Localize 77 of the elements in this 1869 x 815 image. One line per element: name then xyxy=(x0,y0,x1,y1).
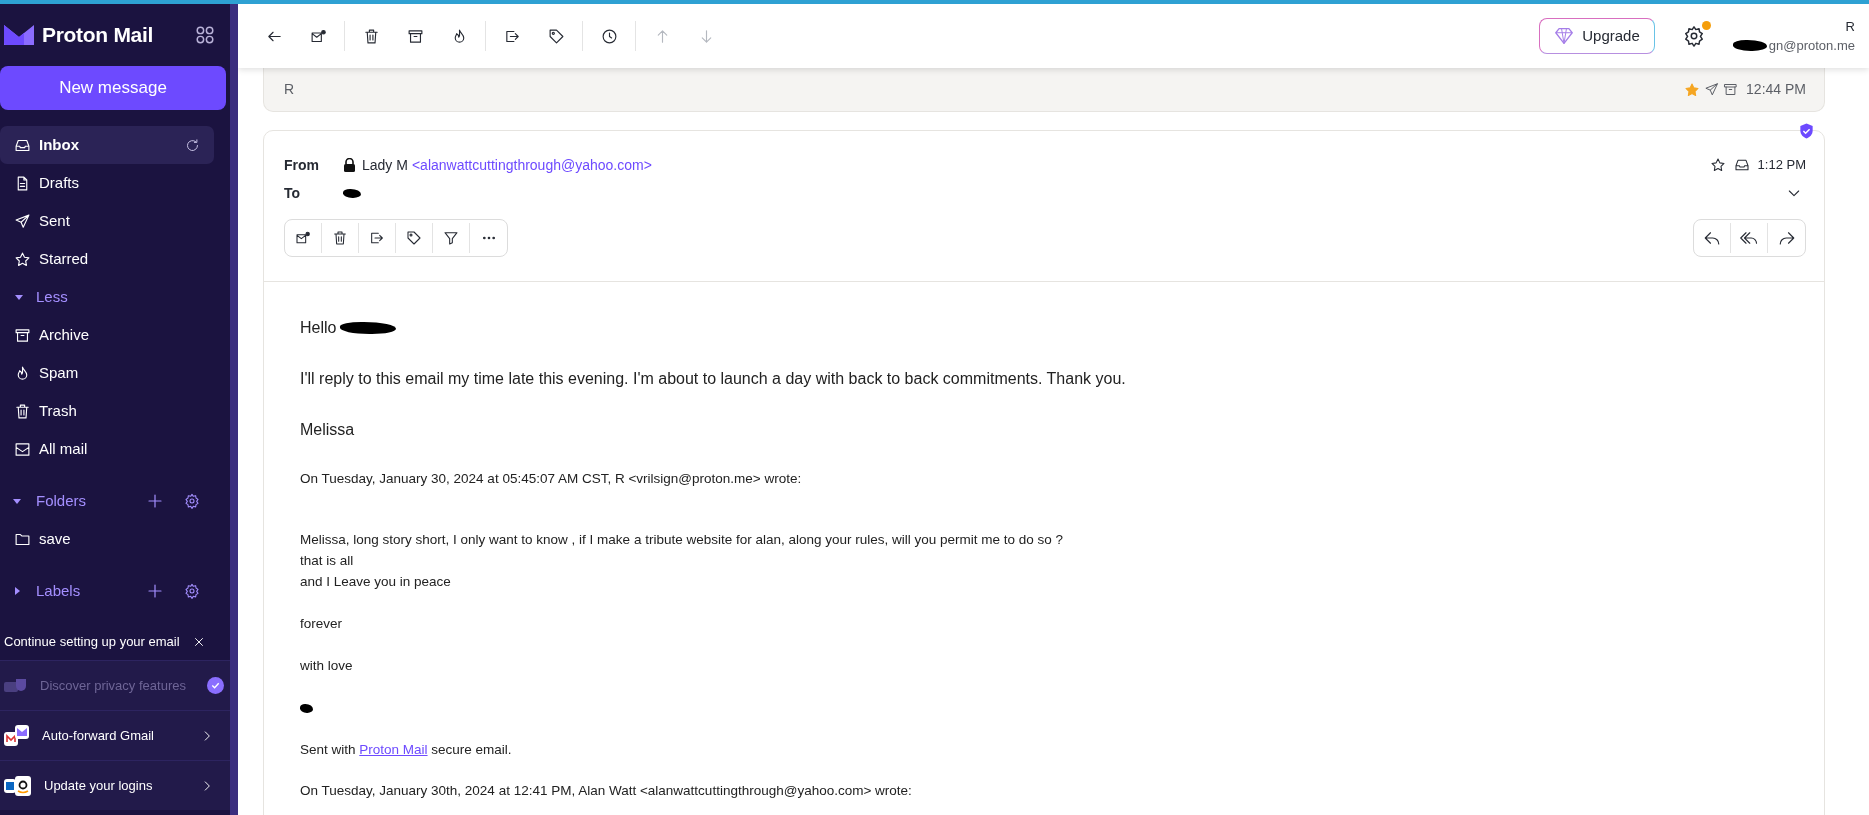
sidebar-item[interactable]: save xyxy=(0,520,214,558)
quote-header: On Tuesday, January 30th, 2024 at 12:41 PM, Alan Watt <alanwattcuttingthrough@yahoo.com> wrote: xyxy=(300,782,913,801)
paper-plane-icon xyxy=(14,212,31,230)
sidebar-item[interactable]: Trash xyxy=(0,392,214,430)
clock-icon xyxy=(600,27,618,45)
section-toggle[interactable]: Folders xyxy=(36,489,138,513)
settings-icon xyxy=(184,583,200,599)
add-icon xyxy=(146,492,164,510)
sender-name[interactable]: Lady M xyxy=(362,154,408,176)
message-time: 1:12 PM xyxy=(1757,156,1806,175)
user-email: gn@proton.me xyxy=(1768,37,1855,55)
logo-icon xyxy=(4,23,34,47)
sender-address[interactable]: <alanwattcuttingthrough@yahoo.com> xyxy=(411,154,652,176)
folder-arrow-icon xyxy=(369,230,385,246)
message-line: forever xyxy=(300,615,344,634)
sidebar-item[interactable]: Drafts xyxy=(0,164,214,202)
close-icon xyxy=(192,635,206,649)
redaction-mark xyxy=(300,704,313,714)
sidebar-item[interactable]: Spam xyxy=(0,354,214,392)
sidebar-item[interactable]: Inbox xyxy=(0,126,214,164)
from-label: From xyxy=(284,155,320,175)
star-icon[interactable] xyxy=(1709,157,1726,173)
shield-cards-icon xyxy=(4,677,28,694)
quote-header: On Tuesday, January 30, 2024 at 05:45:07 AM CST, R <vrilsign@proton.me> wrote: xyxy=(300,470,803,488)
message-paragraph: I'll reply to this email my time late this evening. I'm about to launch a day with back to back commitments. Thank you. xyxy=(300,369,1127,389)
to-label: To xyxy=(284,183,302,203)
user-name[interactable]: R xyxy=(1845,16,1855,36)
more-less-toggle[interactable]: Less xyxy=(0,278,214,316)
signature-text: Sent with Proton Mail secure email. xyxy=(300,741,513,760)
archive-icon xyxy=(406,27,424,45)
caret-icon xyxy=(14,292,24,302)
sidebar-item[interactable]: Starred xyxy=(0,240,214,278)
app-logos-icon xyxy=(4,774,32,797)
archive-icon xyxy=(14,326,31,344)
forward-icon xyxy=(1777,229,1796,247)
inbox-icon xyxy=(1733,157,1750,173)
reply-all-icon xyxy=(1740,229,1758,247)
tag-icon xyxy=(547,27,565,45)
envelope-icon xyxy=(309,27,327,45)
sidebar-item[interactable]: Sent xyxy=(0,202,214,240)
new-message-button[interactable]: New message xyxy=(0,66,226,110)
collapsed-message[interactable]: R 12:44 PM xyxy=(263,68,1825,112)
tag-icon xyxy=(406,230,422,246)
greeting-text: Hello xyxy=(300,318,337,338)
message-line: that is all xyxy=(300,552,355,571)
onboarding-title: Continue setting up your email xyxy=(4,633,180,652)
star-icon[interactable] xyxy=(1684,81,1701,98)
trash-icon xyxy=(362,27,380,45)
sidebar-item[interactable]: Archive xyxy=(0,316,214,354)
onboarding-item[interactable]: Auto-forward Gmail xyxy=(0,710,230,760)
add-icon xyxy=(146,582,164,600)
apps-icon xyxy=(194,24,216,46)
sidebar-item[interactable]: All mail xyxy=(0,430,214,468)
message-line: Melissa, long story short, I only want to know , if I make a tribute website for alan, along your rules, will you permit me to do so ? xyxy=(300,531,1065,550)
envelope-icon xyxy=(14,440,31,458)
lock-icon xyxy=(343,158,356,172)
diamond-icon xyxy=(1554,27,1575,45)
archive-icon xyxy=(1723,82,1739,97)
star-icon xyxy=(14,250,31,268)
filter-icon xyxy=(443,230,459,246)
paper-plane-icon xyxy=(1704,82,1720,97)
proton-mail-link[interactable]: Proton Mail xyxy=(359,742,428,758)
message-line: with love xyxy=(300,657,354,676)
settings-icon xyxy=(1682,25,1705,47)
trash-icon xyxy=(332,230,348,246)
envelope-icon xyxy=(295,230,311,246)
section-toggle[interactable]: Labels xyxy=(36,579,138,603)
mail-apps-icon xyxy=(4,722,30,749)
upgrade-button[interactable]: Upgrade xyxy=(1539,18,1655,54)
check-icon xyxy=(207,677,224,694)
message-paragraph: Melissa xyxy=(300,420,356,440)
message-line: and I Leave you in peace xyxy=(300,573,452,592)
trash-icon xyxy=(14,402,31,420)
onboarding-item[interactable]: Update your logins xyxy=(0,760,230,810)
app-name: Proton Mail xyxy=(42,22,154,49)
reply-icon xyxy=(1703,229,1721,247)
settings-icon xyxy=(184,493,200,509)
